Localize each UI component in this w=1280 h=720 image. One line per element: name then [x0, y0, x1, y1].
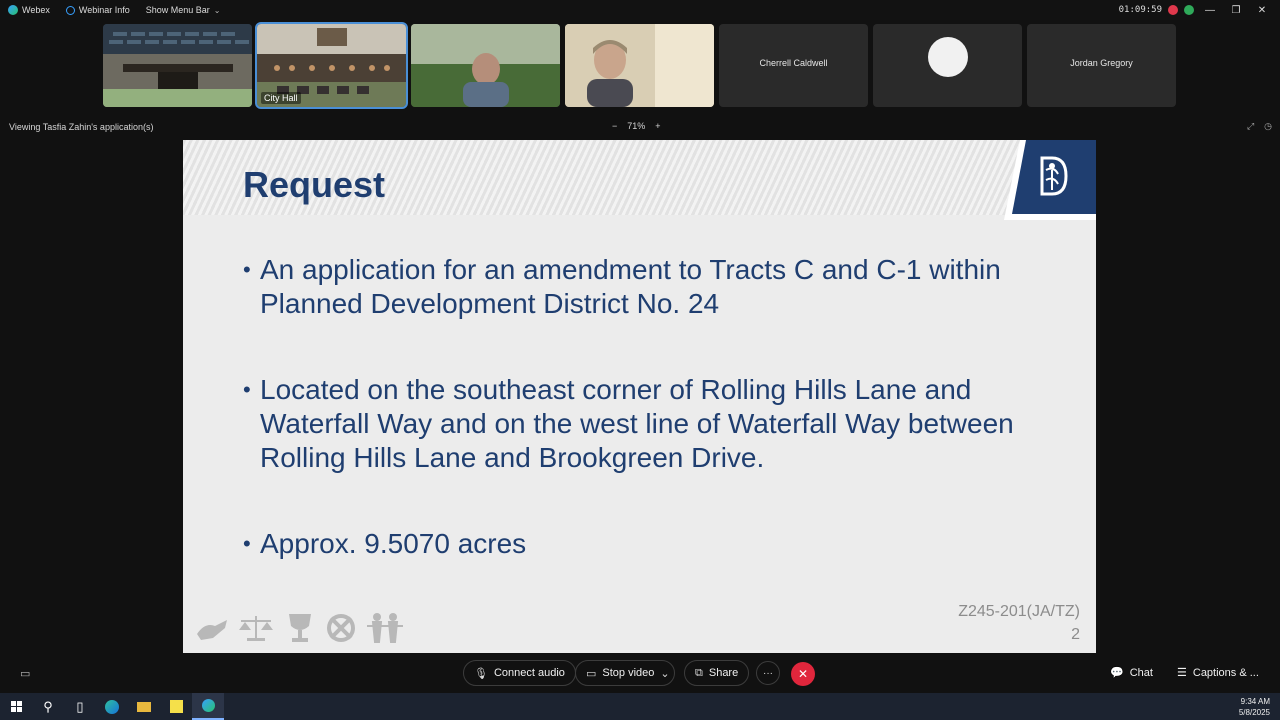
participant-video — [411, 24, 560, 107]
council-chamber-video — [103, 24, 252, 107]
connect-audio-button[interactable]: 🎙 Connect audio — [463, 660, 576, 686]
expand-icon[interactable]: ⤢ — [1247, 121, 1254, 132]
leave-meeting-button[interactable]: ✕ — [791, 662, 815, 686]
slide-bullet: Approx. 9.5070 acres — [243, 527, 1063, 561]
stop-video-label: Stop video — [602, 667, 655, 679]
stop-video-button[interactable]: ▭ Stop video ⌄ — [575, 660, 675, 686]
slide-bullet-list: An application for an amendment to Tract… — [243, 253, 1063, 561]
connect-audio-label: Connect audio — [493, 667, 565, 679]
shared-slide: Request An application for an amendment … — [183, 140, 1096, 653]
participant-video-tile[interactable] — [565, 24, 714, 107]
participant-strip: City Hall Cherrell Caldwell Jordan Grego… — [103, 22, 1176, 109]
globe-icon — [65, 5, 75, 15]
emblem-icon — [327, 614, 355, 642]
viewing-label: Viewing Tasfia Zahin's application(s) — [9, 122, 154, 132]
app-name: Webex — [22, 5, 50, 15]
zoom-level: 71% — [627, 121, 646, 131]
show-menu-bar-button[interactable]: Show Menu Bar ⌄ — [138, 0, 229, 20]
chat-bubble-icon: 💬 — [1110, 667, 1124, 679]
avatar — [928, 37, 968, 77]
people-icon — [367, 613, 403, 643]
case-code: Z245-201(JA/TZ) — [958, 603, 1080, 620]
handshake-icon — [197, 620, 227, 640]
top-menu-bar: Webex Webinar Info Show Menu Bar ⌄ 01:09… — [0, 0, 1280, 20]
participant-video — [565, 24, 714, 107]
meeting-controls: ▭ 🎙 Connect audio ▭ Stop video ⌄ ⧉ Share… — [0, 657, 1280, 689]
trophy-icon — [289, 614, 311, 642]
webinar-info-menu[interactable]: Webinar Info — [58, 0, 138, 20]
windows-logo-icon — [10, 701, 22, 712]
chevron-down-icon[interactable]: ⌄ — [660, 667, 669, 680]
sticky-notes-icon[interactable] — [160, 693, 192, 720]
captions-button[interactable]: ☰ Captions & ... — [1177, 666, 1259, 680]
chat-label: Chat — [1129, 666, 1153, 679]
scales-icon — [239, 616, 273, 641]
share-view-bar: Viewing Tasfia Zahin's application(s) − … — [0, 119, 1280, 135]
captions-label: Captions & ... — [1192, 666, 1259, 679]
search-icon[interactable]: ⚲ — [32, 693, 64, 720]
close-icon[interactable]: ✕ — [1252, 0, 1272, 20]
slide-title: Request — [243, 164, 386, 205]
chat-button[interactable]: 💬 Chat — [1110, 666, 1153, 680]
webinar-info-label: Webinar Info — [78, 5, 130, 15]
file-explorer-icon[interactable] — [128, 693, 160, 720]
zoom-in-button[interactable]: + — [655, 121, 660, 131]
captions-icon: ☰ — [1177, 667, 1187, 679]
recording-icon[interactable] — [1168, 5, 1178, 15]
clock-date: 5/8/2025 — [1238, 708, 1270, 717]
file-icon[interactable]: ▯ — [64, 693, 96, 720]
more-options-button[interactable]: ··· — [756, 661, 780, 685]
webex-menu[interactable]: Webex — [0, 0, 58, 20]
participant-video-tile-city-hall[interactable]: City Hall — [255, 22, 408, 109]
view-options: ⤢ ◷ — [1247, 121, 1272, 132]
participant-video-tile[interactable] — [411, 24, 560, 107]
caption-toggle-icon[interactable]: ▭ — [20, 667, 30, 680]
share-button[interactable]: ⧉ Share — [684, 660, 750, 686]
participant-tile-jordan-gregory[interactable]: Jordan Gregory — [1027, 24, 1176, 107]
webex-logo-icon — [8, 5, 18, 15]
chevron-down-icon: ⌄ — [213, 5, 221, 15]
slide-page-number: 2 — [1071, 626, 1080, 643]
city-logo-icon — [1004, 140, 1096, 220]
edge-browser-icon[interactable] — [96, 693, 128, 720]
participant-name: Jordan Gregory — [1070, 58, 1133, 68]
zoom-out-button[interactable]: − — [612, 121, 617, 131]
share-label: Share — [708, 667, 739, 679]
slide-footer-icons — [195, 612, 405, 644]
participant-name: Cherrell Caldwell — [759, 58, 828, 68]
microphone-icon: 🎙 — [474, 667, 488, 680]
clock-time: 9:34 AM — [1240, 697, 1270, 706]
show-menu-bar-label: Show Menu Bar — [145, 5, 210, 15]
webex-taskbar-icon[interactable] — [192, 693, 224, 720]
slide-bullet: An application for an amendment to Tract… — [243, 253, 1063, 321]
minimize-icon[interactable]: — — [1200, 0, 1220, 20]
share-icon: ⧉ — [695, 666, 703, 679]
windows-taskbar: ⚲ ▯ 9:34 AM 5/8/2025 — [0, 693, 1280, 720]
maximize-icon[interactable]: ❐ — [1226, 0, 1246, 20]
system-clock[interactable]: 9:34 AM 5/8/2025 — [1239, 696, 1270, 718]
popout-icon[interactable]: ◷ — [1264, 121, 1272, 132]
video-camera-icon: ▭ — [586, 667, 597, 680]
participant-tile-cherrell-caldwell[interactable]: Cherrell Caldwell — [719, 24, 868, 107]
zoom-controls: − 71% + — [612, 121, 661, 131]
start-button[interactable] — [0, 693, 32, 720]
webex-window: Webex Webinar Info Show Menu Bar ⌄ 01:09… — [0, 0, 1280, 720]
connection-status-icon[interactable] — [1184, 5, 1194, 15]
participant-video-tile[interactable] — [103, 24, 252, 107]
window-controls: 01:09:59 — ❐ ✕ — [1119, 0, 1280, 20]
meeting-timer: 01:09:59 — [1118, 5, 1162, 15]
slide-bullet: Located on the southeast corner of Rolli… — [243, 373, 1063, 475]
participant-tile-avatar[interactable] — [873, 24, 1022, 107]
tile-label: City Hall — [261, 92, 301, 104]
